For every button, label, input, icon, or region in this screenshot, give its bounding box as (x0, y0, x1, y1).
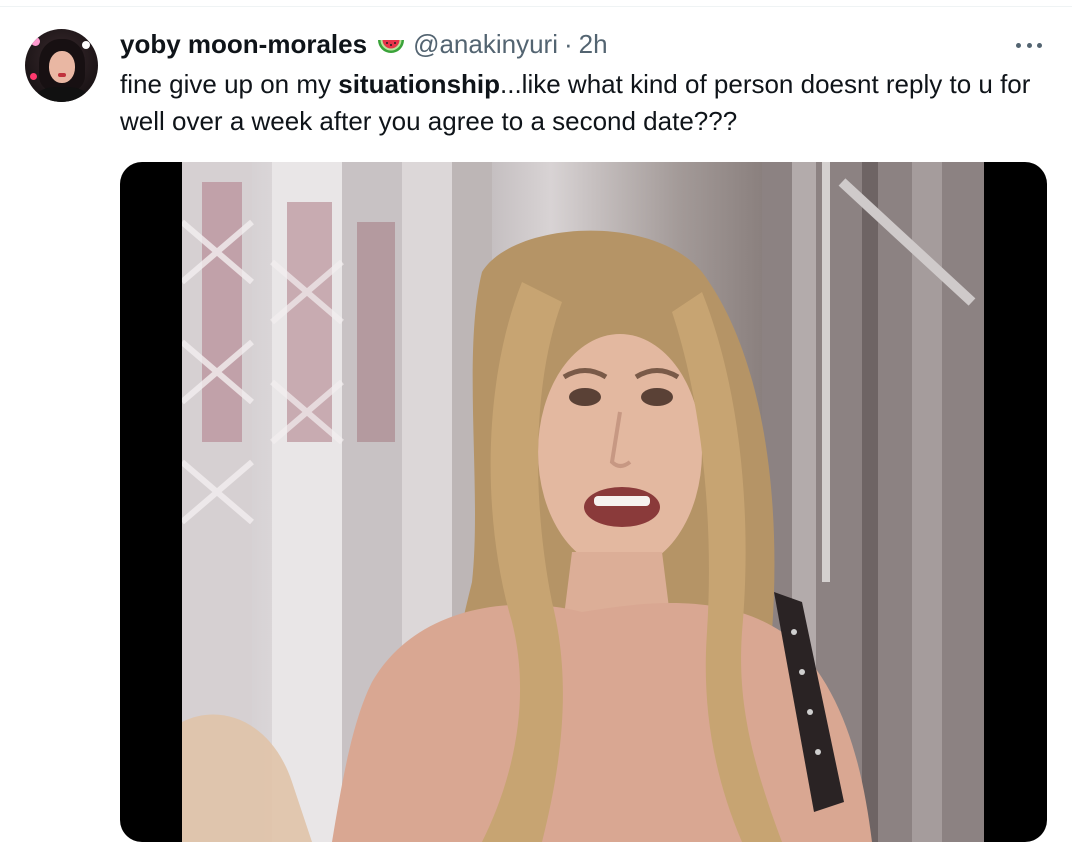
top-divider (0, 0, 1072, 7)
avatar-sparkle (31, 37, 40, 46)
more-dot (1016, 42, 1021, 48)
user-handle[interactable]: @anakinyuri (413, 28, 558, 60)
tweet-text: fine give up on my situationship...like … (120, 66, 1050, 140)
avatar-lips (58, 73, 66, 77)
tweet[interactable]: yoby moon-morales @anakinyuri · 2h fine … (0, 8, 1072, 842)
tweet-timestamp[interactable]: 2h (579, 28, 608, 60)
avatar-sparkle (82, 41, 90, 49)
photo-illustration (182, 162, 984, 842)
media-photo (182, 162, 984, 842)
avatar-face (49, 51, 75, 83)
display-name[interactable]: yoby moon-morales (120, 28, 367, 60)
tweet-text-bold: situationship (338, 69, 501, 99)
tweet-header: yoby moon-morales @anakinyuri · 2h (120, 28, 608, 60)
tweet-text-start: fine give up on my (120, 69, 339, 99)
more-dot (1037, 42, 1042, 48)
tweet-media[interactable] (120, 162, 1047, 842)
watermelon-emoji-icon (376, 34, 406, 56)
avatar-shirt (37, 87, 87, 102)
ellipsis-icon[interactable] (1012, 32, 1046, 58)
avatar[interactable] (25, 29, 98, 102)
separator-dot: · (563, 29, 573, 59)
avatar-sparkle (30, 73, 37, 80)
more-dot (1026, 42, 1032, 48)
